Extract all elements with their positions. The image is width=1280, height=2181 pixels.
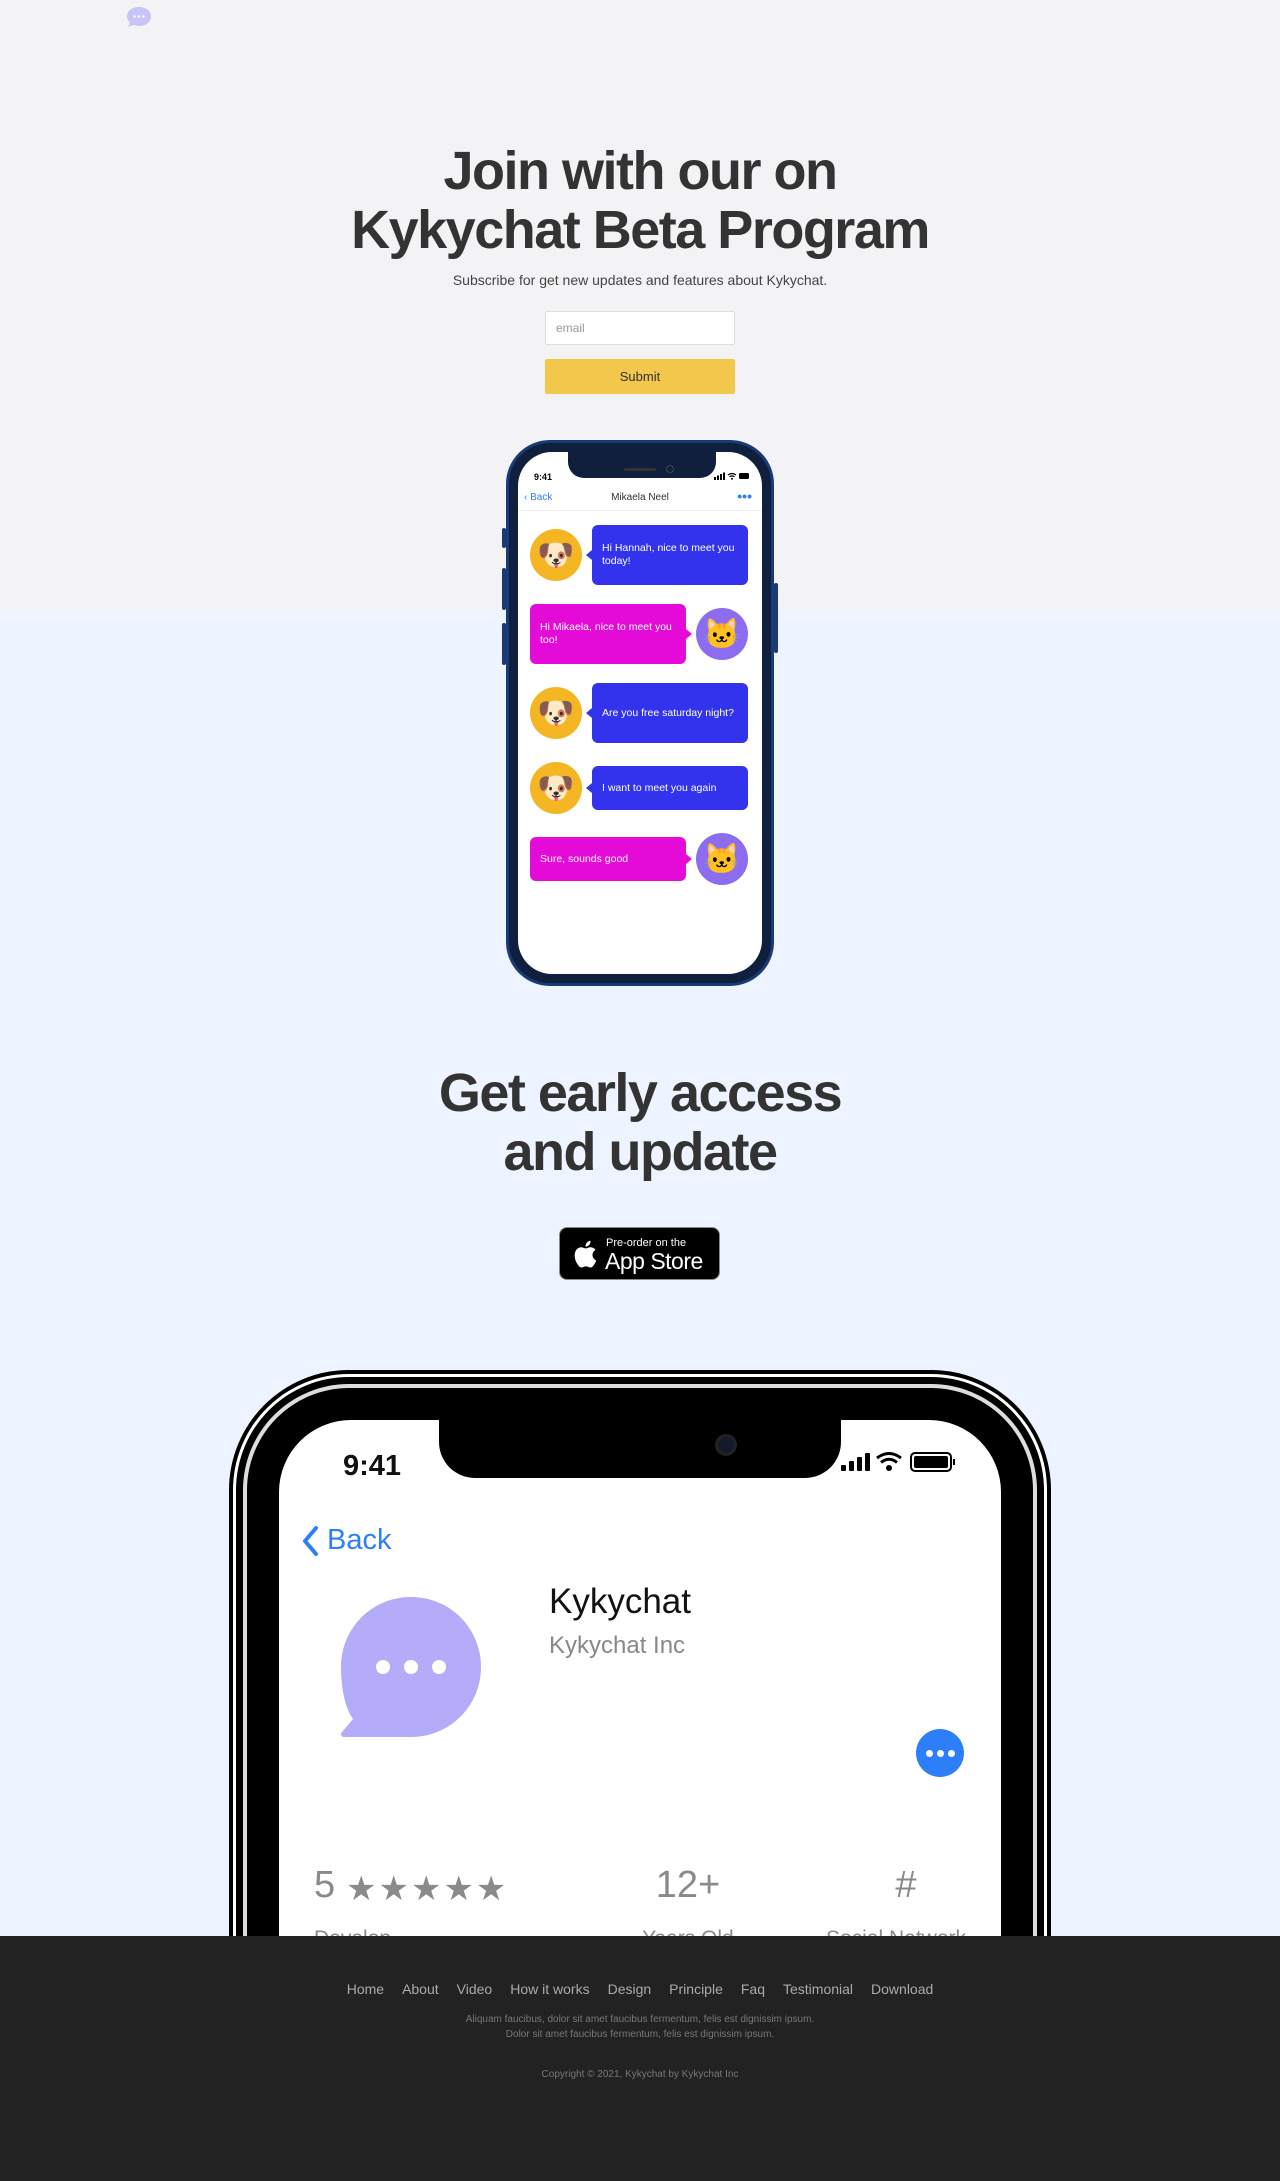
status-time: 9:41: [343, 1450, 402, 1482]
phone-notch: [568, 452, 716, 478]
cat-emoji-icon: 🐱: [696, 608, 748, 660]
footer-link-testimonial[interactable]: Testimonial: [783, 1981, 853, 1997]
chat-navbar: ‹ Back Mikaela Neel •••: [518, 488, 762, 511]
hero-title: Join with our on Kykychat Beta Program: [0, 142, 1280, 260]
back-button[interactable]: Back: [301, 1524, 391, 1557]
star-rating-icon: ★★★★★: [346, 1870, 509, 1908]
contact-name: Mikaela Neel: [611, 492, 669, 503]
message-bubble: I want to meet you again: [586, 766, 748, 810]
status-icons: [714, 472, 749, 480]
footer-desc-line1: Aliquam faucibus, dolor sit amet faucibu…: [465, 2014, 815, 2025]
hero-title-line1: Join with our on: [443, 141, 838, 201]
footer-link-principle[interactable]: Principle: [669, 1981, 723, 1997]
footer-description: Aliquam faucibus, dolor sit amet faucibu…: [0, 2012, 1280, 2042]
chat-screen: 9:41 ‹ Back Mikaela Neel ••• 🐶 Hi Hannah…: [518, 452, 762, 974]
message-bubble: Sure, sounds good: [530, 837, 692, 881]
app-name: Kykychat: [549, 1582, 691, 1621]
message-row: Hi Mikaela, nice to meet you too! 🐱: [530, 604, 754, 664]
submit-button[interactable]: Submit: [545, 359, 735, 394]
footer-link-design[interactable]: Design: [608, 1981, 652, 1997]
copyright: Copyright © 2021, Kykychat by Kykychat I…: [541, 2069, 739, 2080]
footer: Home About Video How it works Design Pri…: [0, 1936, 1280, 2181]
message-bubble: Hi Hannah, nice to meet you today!: [586, 525, 748, 585]
app-store-button[interactable]: Pre-order on the App Store: [559, 1227, 720, 1280]
more-options-button[interactable]: [916, 1729, 964, 1777]
app-store-label: App Store: [605, 1248, 703, 1274]
message-row: Sure, sounds good 🐱: [530, 833, 754, 893]
chat-bubble-icon[interactable]: [126, 6, 152, 28]
apple-icon: [574, 1240, 597, 1268]
footer-link-video[interactable]: Video: [457, 1981, 493, 1997]
footer-nav: Home About Video How it works Design Pri…: [0, 1981, 1280, 1997]
age-value: 12+: [655, 1864, 721, 1906]
access-title-line2: and update: [503, 1122, 778, 1182]
dog-emoji-icon: 🐶: [530, 529, 582, 581]
hero-subtitle: Subscribe for get new updates and featur…: [452, 272, 828, 288]
hero-title-line2: Kykychat Beta Program: [351, 200, 930, 260]
dog-emoji-icon: 🐶: [530, 687, 582, 739]
access-title-line1: Get early access: [438, 1063, 843, 1123]
footer-link-faq[interactable]: Faq: [741, 1981, 765, 1997]
footer-desc-line2: Dolor sit amet faucibus fermentum, felis…: [505, 2029, 775, 2040]
app-chat-icon: [341, 1597, 481, 1737]
footer-link-how-it-works[interactable]: How it works: [510, 1981, 589, 1997]
message-bubble: Hi Mikaela, nice to meet you too!: [530, 604, 692, 664]
app-screen: 9:41 Back Kykychat Kykychat Inc 5 ★★★★★ …: [279, 1420, 1001, 1990]
rating-value: 5: [314, 1864, 336, 1906]
footer-link-home[interactable]: Home: [347, 1981, 384, 1997]
category-value: #: [895, 1864, 917, 1906]
message-row: 🐶 Are you free saturday night?: [530, 683, 754, 743]
app-phone-mockup: 9:41 Back Kykychat Kykychat Inc 5 ★★★★★ …: [229, 1370, 1051, 1990]
status-icons: [841, 1452, 955, 1472]
phone-notch: [439, 1420, 841, 1478]
dog-emoji-icon: 🐶: [530, 762, 582, 814]
more-options-icon[interactable]: •••: [737, 488, 752, 504]
message-row: 🐶 I want to meet you again: [530, 762, 754, 822]
message-bubble: Are you free saturday night?: [586, 683, 748, 743]
cat-emoji-icon: 🐱: [696, 833, 748, 885]
app-company: Kykychat Inc: [549, 1632, 686, 1659]
phone-volume-down: [502, 623, 506, 665]
access-title: Get early access and update: [0, 1064, 1280, 1182]
message-row: 🐶 Hi Hannah, nice to meet you today!: [530, 525, 754, 585]
back-label: Back: [327, 1524, 392, 1556]
chat-phone-mockup: 9:41 ‹ Back Mikaela Neel ••• 🐶 Hi Hannah…: [502, 440, 778, 986]
email-input[interactable]: [545, 311, 735, 345]
phone-mute-switch: [502, 528, 506, 548]
phone-volume-up: [502, 568, 506, 610]
status-time: 9:41: [534, 472, 553, 482]
camera-icon: [715, 1434, 737, 1456]
chevron-left-icon: [303, 1525, 318, 1556]
footer-link-download[interactable]: Download: [871, 1981, 933, 1997]
footer-link-about[interactable]: About: [402, 1981, 439, 1997]
phone-power-button: [774, 583, 778, 653]
